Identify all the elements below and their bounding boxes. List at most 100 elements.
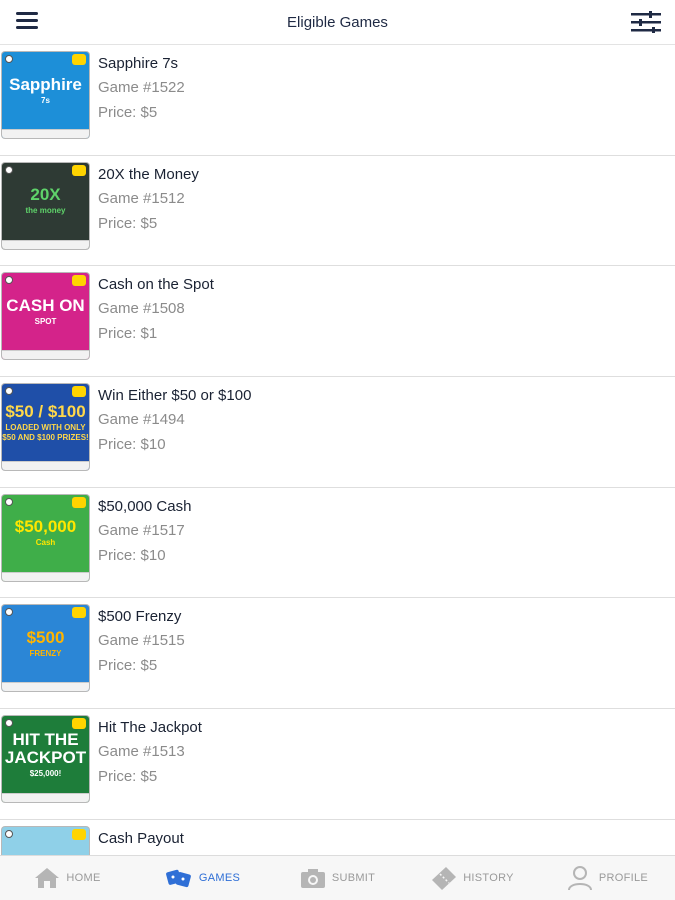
tab-submit[interactable]: SUBMIT xyxy=(270,856,405,900)
game-price: Price: $5 xyxy=(98,657,158,675)
tab-home[interactable]: HOME xyxy=(0,856,135,900)
ticket-art-subtitle: Cash xyxy=(35,538,56,548)
game-price: Price: $5 xyxy=(98,768,158,786)
page-title: Eligible Games xyxy=(287,13,388,31)
game-row[interactable]: HIT THE JACKPOT $25,000! Hit The Jackpot Ga… xyxy=(0,709,675,820)
price-badge-icon xyxy=(72,496,86,508)
ticket-thumbnail: HIT THE JACKPOT $25,000! xyxy=(2,716,89,803)
game-number: Game #1522 xyxy=(98,79,185,96)
game-price: Price: $5 xyxy=(98,104,158,121)
ticket-icon xyxy=(432,867,457,890)
game-row[interactable]: CASH Cash PayoutGame #1516Price: $2 xyxy=(0,819,675,855)
game-name: $500 Frenzy xyxy=(98,608,182,626)
price-badge-icon xyxy=(72,718,86,730)
ticket-barcode-strip xyxy=(2,793,89,803)
ticket-art-subtitle: 7s xyxy=(41,95,50,105)
logo-icon xyxy=(5,829,13,838)
game-info: Hit The Jackpot Game #1513 Price: $5 xyxy=(98,717,202,789)
price-badge-icon xyxy=(72,607,86,619)
menu-icon[interactable] xyxy=(16,12,38,32)
game-info: $500 Frenzy Game #1515 Price: $5 xyxy=(98,606,185,678)
ticket-art-subtitle: the money xyxy=(25,206,66,216)
game-info: Sapphire 7s Game #1522 Price: $5 xyxy=(98,53,185,125)
tab-profile-label: PROFILE xyxy=(598,872,649,884)
logo-icon xyxy=(5,165,13,174)
ticket-art-title: HIT THE JACKPOT xyxy=(4,729,87,767)
tab-profile[interactable]: PROFILE xyxy=(540,856,675,900)
profile-icon xyxy=(567,866,592,891)
ticket-art-subtitle: FRENZY xyxy=(29,648,62,658)
game-name: Cash Payout xyxy=(98,829,184,847)
tab-games-label: GAMES xyxy=(198,872,241,884)
game-info: Cash on the Spot Game #1508 Price: $1 xyxy=(98,274,214,346)
ticket-thumbnail: CASH ON SPOT xyxy=(2,273,89,360)
game-row[interactable]: $50,000 Cash $50,000 Cash Game #1517 Price: … xyxy=(0,487,675,599)
game-row[interactable]: 20X the money 20X the Money Game #1512 Price… xyxy=(0,155,675,267)
ticket-art-title: $500 xyxy=(26,627,65,647)
logo-icon xyxy=(5,497,13,506)
game-name: Sapphire 7s xyxy=(98,55,179,72)
price-badge-icon xyxy=(72,828,86,840)
game-number: Game #1508 xyxy=(98,300,185,318)
game-price: Price: $10 xyxy=(98,546,166,564)
price-badge-icon xyxy=(72,164,86,176)
game-row[interactable]: $50 / $100 LOADED WITH ONLY $50 AND $100 … xyxy=(0,377,675,488)
game-row[interactable]: $500 FRENZY $500 Frenzy Game #1515 Price: $5 xyxy=(0,598,675,710)
tab-games[interactable]: GAMES xyxy=(135,856,270,900)
game-row[interactable]: Sapphire 7s Sapphire 7s Game #1522 Price: $5 xyxy=(0,45,675,156)
game-price: Price: $5 xyxy=(98,214,158,232)
logo-icon xyxy=(5,55,13,63)
ticket-thumbnail: $50,000 Cash xyxy=(2,494,89,581)
game-number: Game #1515 xyxy=(98,632,185,650)
ticket-barcode-strip xyxy=(2,461,89,471)
camera-icon xyxy=(300,869,325,888)
ticket-art-title: Sapphire xyxy=(9,74,82,94)
price-badge-icon xyxy=(72,275,86,287)
game-number: Game #1517 xyxy=(98,521,185,539)
top-app-bar: Eligible Games xyxy=(0,0,675,45)
price-badge-icon xyxy=(72,386,86,398)
ticket-barcode-strip xyxy=(2,682,89,692)
game-name: Win Either $50 or $100 xyxy=(98,387,252,405)
ticket-art-subtitle: LOADED WITH ONLY $50 AND $100 PRIZES! xyxy=(2,422,89,442)
games-icon xyxy=(165,869,191,888)
tab-submit-label: SUBMIT xyxy=(331,872,376,884)
bottom-tab-bar: HOME GAMES SUBMIT HISTORY PROFILE xyxy=(0,855,675,900)
ticket-thumbnail: $50 / $100 LOADED WITH ONLY $50 AND $100 … xyxy=(2,384,89,471)
game-info: Win Either $50 or $100 Game #1494 Price: $… xyxy=(98,385,251,457)
game-name: Cash on the Spot xyxy=(98,276,214,294)
ticket-thumbnail: Sapphire 7s xyxy=(2,52,89,138)
game-price: Price: $10 xyxy=(98,436,166,454)
game-name: $50,000 Cash xyxy=(98,497,192,515)
game-row[interactable]: CASH ON SPOT Cash on the Spot Game #1508 Pri… xyxy=(0,266,675,378)
game-info: $50,000 Cash Game #1517 Price: $10 xyxy=(98,496,191,568)
ticket-art-title: $50 / $100 xyxy=(5,401,86,421)
game-info: Cash PayoutGame #1516Price: $2 xyxy=(98,828,185,855)
ticket-barcode-strip xyxy=(2,239,89,249)
game-price: Price: $1 xyxy=(98,325,158,343)
tab-history-label: HISTORY xyxy=(463,872,514,884)
games-list[interactable]: Sapphire 7s Sapphire 7s Game #1522 Price: $5… xyxy=(0,45,675,855)
tab-history[interactable]: HISTORY xyxy=(405,856,540,900)
logo-icon xyxy=(5,387,13,396)
ticket-thumbnail: $500 FRENZY xyxy=(2,605,89,692)
ticket-barcode-strip xyxy=(2,129,89,138)
filter-icon[interactable] xyxy=(631,11,661,33)
game-name: Hit The Jackpot xyxy=(98,719,202,737)
ticket-barcode-strip xyxy=(2,571,89,581)
game-number: Game #1512 xyxy=(98,189,185,207)
tab-home-label: HOME xyxy=(66,872,101,884)
game-info: 20X the Money Game #1512 Price: $5 xyxy=(98,164,199,236)
ticket-art-title: $50,000 xyxy=(14,517,77,537)
ticket-art-subtitle: SPOT xyxy=(34,316,57,326)
ticket-art-subtitle: $25,000! xyxy=(29,768,62,778)
game-number: Game #1494 xyxy=(98,411,185,429)
home-icon xyxy=(35,868,60,888)
ticket-thumbnail: CASH xyxy=(2,826,89,855)
game-name: 20X the Money xyxy=(98,165,199,183)
ticket-thumbnail: 20X the money xyxy=(2,162,89,249)
price-badge-icon xyxy=(72,54,86,65)
ticket-art-title: CASH ON xyxy=(6,295,85,315)
game-number: Game #1513 xyxy=(98,743,185,761)
ticket-barcode-strip xyxy=(2,350,89,360)
